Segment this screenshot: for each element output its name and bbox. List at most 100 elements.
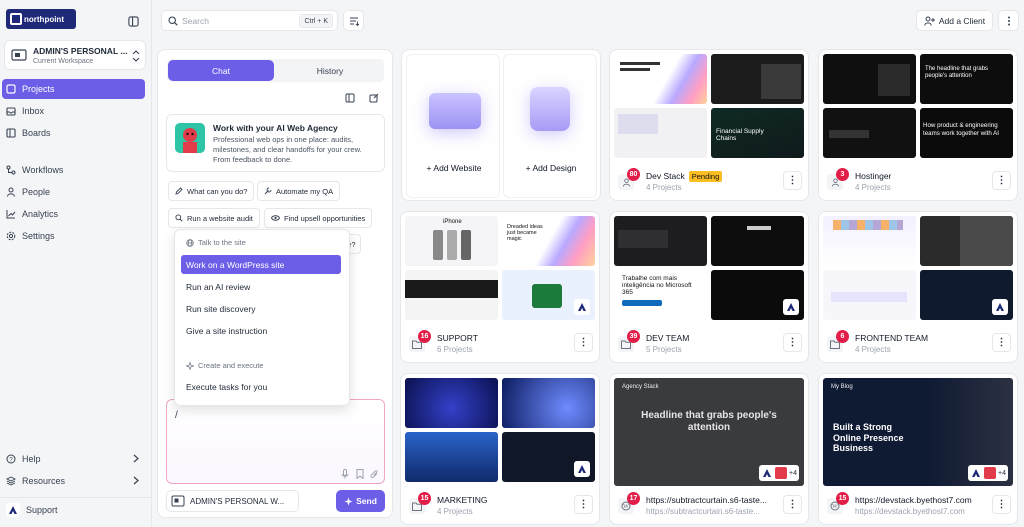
attachment-icon[interactable] bbox=[370, 469, 379, 479]
add-website-button[interactable]: + Add Website bbox=[406, 54, 500, 198]
card-name: SUPPORT bbox=[437, 333, 478, 343]
nav-inbox[interactable]: Inbox bbox=[2, 101, 145, 121]
nav-workflows-label: Workflows bbox=[22, 165, 64, 175]
menu-item-execute-tasks[interactable]: Execute tasks for you bbox=[181, 377, 341, 396]
collapse-sidebar-icon[interactable] bbox=[128, 16, 139, 27]
menu-item-wordpress[interactable]: Work on a WordPress site bbox=[181, 255, 341, 274]
chat-tabs: Chat History bbox=[167, 59, 384, 82]
new-chat-icon[interactable] bbox=[369, 93, 379, 103]
nav-resources[interactable]: Resources bbox=[2, 471, 145, 491]
chevron-updown-icon bbox=[132, 50, 140, 62]
workspace-icon bbox=[171, 495, 185, 507]
send-button[interactable]: Send bbox=[336, 490, 385, 512]
chip-upsell[interactable]: Find upsell opportunities bbox=[264, 208, 373, 228]
add-design-button[interactable]: + Add Design bbox=[503, 54, 597, 198]
chip-label: Run a website audit bbox=[187, 213, 253, 223]
sparkle-icon bbox=[186, 361, 194, 370]
search-input[interactable]: Search Ctrl + K bbox=[161, 10, 338, 31]
bookmark-icon[interactable] bbox=[356, 469, 364, 479]
card-menu-button[interactable]: ⋮ bbox=[992, 495, 1011, 514]
microphone-icon[interactable] bbox=[341, 469, 349, 479]
menu-item-ai-review[interactable]: Run an AI review bbox=[181, 277, 341, 296]
nav-support[interactable]: Support bbox=[2, 500, 145, 520]
card-footer: 15 MARKETING 4 Projects ⋮ bbox=[409, 492, 593, 520]
chip-automate-qa[interactable]: Automate my QA bbox=[257, 181, 341, 201]
nav-projects[interactable]: Projects bbox=[2, 79, 145, 99]
tab-history[interactable]: History bbox=[277, 60, 383, 81]
menu-item-site-discovery[interactable]: Run site discovery bbox=[181, 299, 341, 318]
client-card[interactable]: The headline that grabs people's attenti… bbox=[818, 49, 1018, 201]
chat-input[interactable]: / bbox=[166, 399, 385, 484]
thumb: Trabalhe com mais inteligência no Micros… bbox=[614, 270, 707, 320]
site-card[interactable]: Agency Stack Headline that grabs people'… bbox=[609, 373, 809, 525]
svg-text:W: W bbox=[832, 504, 838, 510]
nav-analytics[interactable]: Analytics bbox=[2, 204, 145, 224]
chip-what-can-you-do[interactable]: What can you do? bbox=[168, 181, 255, 201]
person-icon bbox=[6, 187, 16, 197]
chevron-right-icon bbox=[133, 454, 139, 463]
site-preview-headline: Headline that grabs people's attention bbox=[641, 410, 777, 433]
globe-icon bbox=[186, 238, 194, 247]
nav-boards[interactable]: Boards bbox=[2, 123, 145, 143]
workflows-icon bbox=[6, 165, 16, 175]
thumb bbox=[405, 270, 498, 320]
card-name: Hostinger bbox=[855, 171, 892, 181]
card-menu-button[interactable]: ⋮ bbox=[783, 495, 802, 514]
brand-logo[interactable]: northpoint bbox=[6, 9, 76, 29]
thumb-caption: Trabalhe com mais inteligência no Micros… bbox=[622, 275, 692, 296]
card-menu-button[interactable]: ⋮ bbox=[574, 495, 593, 514]
svg-text:W: W bbox=[623, 504, 629, 510]
sidebar-toggle-icon[interactable] bbox=[345, 93, 355, 103]
card-menu-button[interactable]: ⋮ bbox=[992, 333, 1011, 352]
projects-icon bbox=[6, 84, 16, 94]
card-thumbnails bbox=[405, 378, 595, 486]
card-title: Dev Stack Pending bbox=[646, 171, 723, 182]
nav-people[interactable]: People bbox=[2, 182, 145, 202]
client-card[interactable]: Financial Supply Chains 80 Dev Stack Pend… bbox=[609, 49, 809, 201]
card-menu-button[interactable]: ⋮ bbox=[574, 333, 593, 352]
card-name: MARKETING bbox=[437, 495, 488, 505]
chip-website-audit[interactable]: Run a website audit bbox=[168, 208, 260, 228]
folder-card[interactable]: iPhone Dreaded ideas just became magic 1… bbox=[400, 211, 600, 363]
workspace-switcher[interactable]: ADMIN'S PERSONAL ... Current Workspace bbox=[4, 40, 146, 70]
folder-card[interactable]: 6 FRONTEND TEAM 4 Projects ⋮ bbox=[818, 211, 1018, 363]
thumb: Dreaded ideas just became magic bbox=[502, 216, 595, 266]
gear-icon bbox=[6, 231, 16, 241]
thumb bbox=[405, 432, 498, 482]
menu-section-label: Create and execute bbox=[198, 361, 264, 370]
workspace-sub: Current Workspace bbox=[33, 58, 94, 65]
menu-item-site-instruction[interactable]: Give a site instruction bbox=[181, 321, 341, 340]
nav-support-label: Support bbox=[26, 505, 58, 515]
folder-card[interactable]: Trabalhe com mais inteligência no Micros… bbox=[609, 211, 809, 363]
nav-settings[interactable]: Settings bbox=[2, 226, 145, 246]
nav-help[interactable]: ? Help bbox=[2, 449, 145, 469]
card-menu-button[interactable]: ⋮ bbox=[992, 171, 1011, 190]
tab-chat[interactable]: Chat bbox=[168, 60, 274, 81]
nav-boards-label: Boards bbox=[22, 128, 51, 138]
add-client-button[interactable]: Add a Client bbox=[916, 10, 993, 31]
sort-button[interactable] bbox=[343, 10, 364, 31]
count-badge: 6 bbox=[836, 330, 849, 343]
site-preview-title: Agency Stack bbox=[622, 384, 659, 390]
card-menu-button[interactable]: ⋮ bbox=[783, 171, 802, 190]
workspace-select[interactable]: ADMIN'S PERSONAL W... bbox=[166, 490, 299, 512]
site-logo-overlay: +4 bbox=[968, 465, 1008, 481]
card-menu-button[interactable]: ⋮ bbox=[783, 333, 802, 352]
thumb bbox=[823, 108, 916, 158]
site-logo-overlay bbox=[574, 299, 590, 315]
more-options-button[interactable] bbox=[998, 10, 1019, 31]
folder-card[interactable]: 15 MARKETING 4 Projects ⋮ bbox=[400, 373, 600, 525]
count-badge: 3 bbox=[836, 168, 849, 181]
brand-logo-icon bbox=[576, 301, 588, 313]
card-thumbnails: The headline that grabs people's attenti… bbox=[823, 54, 1013, 162]
workspace-name: ADMIN'S PERSONAL ... bbox=[33, 46, 128, 56]
site-logo-overlay bbox=[992, 299, 1008, 315]
add-design-text: Add Design bbox=[532, 163, 577, 173]
kebab-icon bbox=[1007, 16, 1011, 26]
status-badge: Pending bbox=[688, 171, 723, 182]
nav-resources-label: Resources bbox=[22, 476, 66, 486]
command-menu: Talk to the site Work on a WordPress sit… bbox=[174, 229, 350, 406]
nav-workflows[interactable]: Workflows bbox=[2, 160, 145, 180]
site-card[interactable]: My Blog Built a Strong Online Presence B… bbox=[818, 373, 1018, 525]
nav-people-label: People bbox=[22, 187, 51, 197]
